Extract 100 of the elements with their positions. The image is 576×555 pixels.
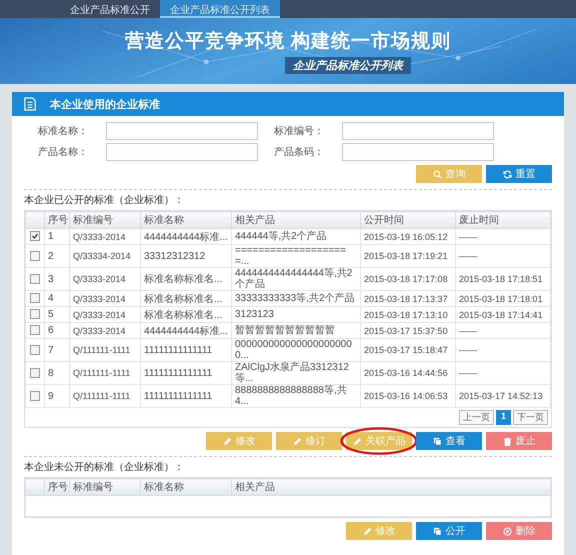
table-cell: 1 [48,231,54,242]
column-header: 序号 [48,482,68,493]
panel-title: 本企业使用的企业标准 [50,98,160,112]
action-button[interactable]: 修改 [346,522,412,540]
banner-title: 营造公平竞争环境 构建统一市场规则 [124,30,452,54]
table-cell: 11111111111111 [144,344,212,356]
table-cell: 2015-03-18 17:14:41 [459,310,543,320]
field-label: 产品条码： [274,146,325,159]
action-button[interactable]: 删除 [486,522,552,540]
table-cell: Q/111111-1111 [73,368,130,378]
table-cell: 2015-03-17 15:18:47 [364,345,448,355]
row-checkbox[interactable] [30,274,40,284]
banner-subtitle: 企业产品标准公开列表 [285,57,411,74]
table-cell: 2015-03-18 17:17:08 [364,274,448,284]
column-header: 标准编号 [73,482,113,493]
action-button[interactable]: 查询 [416,165,482,183]
input-field[interactable] [342,122,494,140]
row-checkbox[interactable] [30,231,40,242]
table-cell: ====================... [235,245,346,267]
table-cell: 0000000000000000000000... [235,339,352,361]
row-checkbox[interactable] [30,293,40,304]
table-cell: 6 [48,325,54,336]
table-cell: 2015-03-17 14:52:13 [459,391,543,401]
action-button[interactable]: 查看 [416,432,482,450]
table-cell: 2015-03-16 14:06:53 [364,391,448,401]
table-cell: —— [459,251,477,261]
table-cell: Q/3333-2014 [73,232,126,242]
refresh-icon [502,170,512,178]
table-cell: 2015-03-17 15:37:50 [364,326,448,336]
table-cell: 2015-03-18 17:18:51 [459,274,543,284]
row-checkbox[interactable] [30,309,40,320]
table-cell: Q/3333-2014 [73,310,126,320]
column-header: 相关产品 [235,215,275,226]
table-cell: 4444444444标准... [144,232,228,242]
action-button[interactable]: 废止 [486,432,552,450]
table-cell: 2015-03-18 17:18:01 [459,294,543,304]
table-cell: 4444444444标准... [144,326,228,336]
table-cell: —— [459,368,477,378]
action-button[interactable]: 重置 [486,165,552,183]
page-number[interactable]: 1 [496,410,511,425]
table-cell: 11111111111111 [144,390,212,402]
field-label: 标准名称： [38,124,89,138]
column-header: 相关产品 [235,482,275,493]
column-header: 序号 [48,215,68,226]
table-cell: 11111111111111 [144,368,212,378]
trash-icon [502,436,512,446]
row-checkbox[interactable] [30,368,40,378]
field-label: 标准编号： [274,124,325,138]
table-cell: 2 [48,250,54,262]
table-cell: Q/3333-2014 [73,326,126,336]
section-title: 本企业未公开的标准（企业标准）： [24,460,185,475]
table-cell: 2015-03-16 14:44:56 [364,368,448,378]
table-cell: 2015-03-18 17:19:21 [364,251,448,261]
pencil-icon [222,436,232,446]
table-cell: 2015-03-18 17:13:10 [364,310,448,320]
search-icon [432,170,442,178]
pager-link[interactable]: 下一页 [513,410,548,425]
action-button[interactable]: 修改 [206,432,272,450]
table-cell: 5 [48,309,54,320]
pencil-icon [292,436,302,446]
table-cell: 7 [48,344,54,356]
table-cell: —— [459,326,477,336]
table-cell: 标准名称标准名... [144,294,222,304]
table-cell: 暂暂暂暂暂暂暂暂暂暂 [235,325,335,336]
table-cell: 33333333333等,共2个产品 [235,293,355,304]
table-cell: 2015-03-18 17:13:37 [364,294,448,304]
table-cell: 3 [48,274,54,284]
nav-tab[interactable]: 企业产品标准公开列表 [160,0,280,18]
table-cell: —— [459,345,477,355]
delete-icon [502,526,512,536]
field-label: 产品名称： [38,146,89,159]
table-cell: Q/3333-2014 [73,274,126,284]
table-cell: 9 [48,390,54,402]
pager-link[interactable]: 上一页 [458,410,494,425]
row-checkbox[interactable] [30,325,40,336]
table-cell: Q/3333-2014 [73,294,126,304]
pencil-icon [352,436,362,446]
table-cell: 33312312312 [144,250,206,262]
row-checkbox[interactable] [30,344,40,355]
document-icon [24,97,36,111]
action-button[interactable]: 修订 [276,432,342,450]
input-field[interactable] [106,122,258,140]
table-cell: —— [459,232,477,242]
table-cell: 8888888888888888等,共4... [235,385,347,407]
table-cell: 3123123 [235,309,274,320]
table-cell: 4 [48,293,54,304]
row-checkbox[interactable] [30,390,40,401]
nav-tab[interactable]: 企业产品标准公开 [60,0,160,18]
table-cell: Q/111111-1111 [73,345,130,355]
column-header: 标准编号 [73,215,113,226]
input-field[interactable] [342,143,494,161]
table-cell: 2015-03-19 16:05:12 [364,232,448,242]
action-button[interactable]: 公开 [416,522,482,540]
table-cell: 标准名称标准名... [144,274,222,285]
input-field[interactable] [106,143,258,161]
row-checkbox[interactable] [30,250,40,261]
copy-icon [432,436,442,446]
column-header: 公开时间 [364,215,404,226]
table-cell: 标准名称标准名... [144,310,222,320]
action-button[interactable]: 关联产品 [346,432,412,450]
